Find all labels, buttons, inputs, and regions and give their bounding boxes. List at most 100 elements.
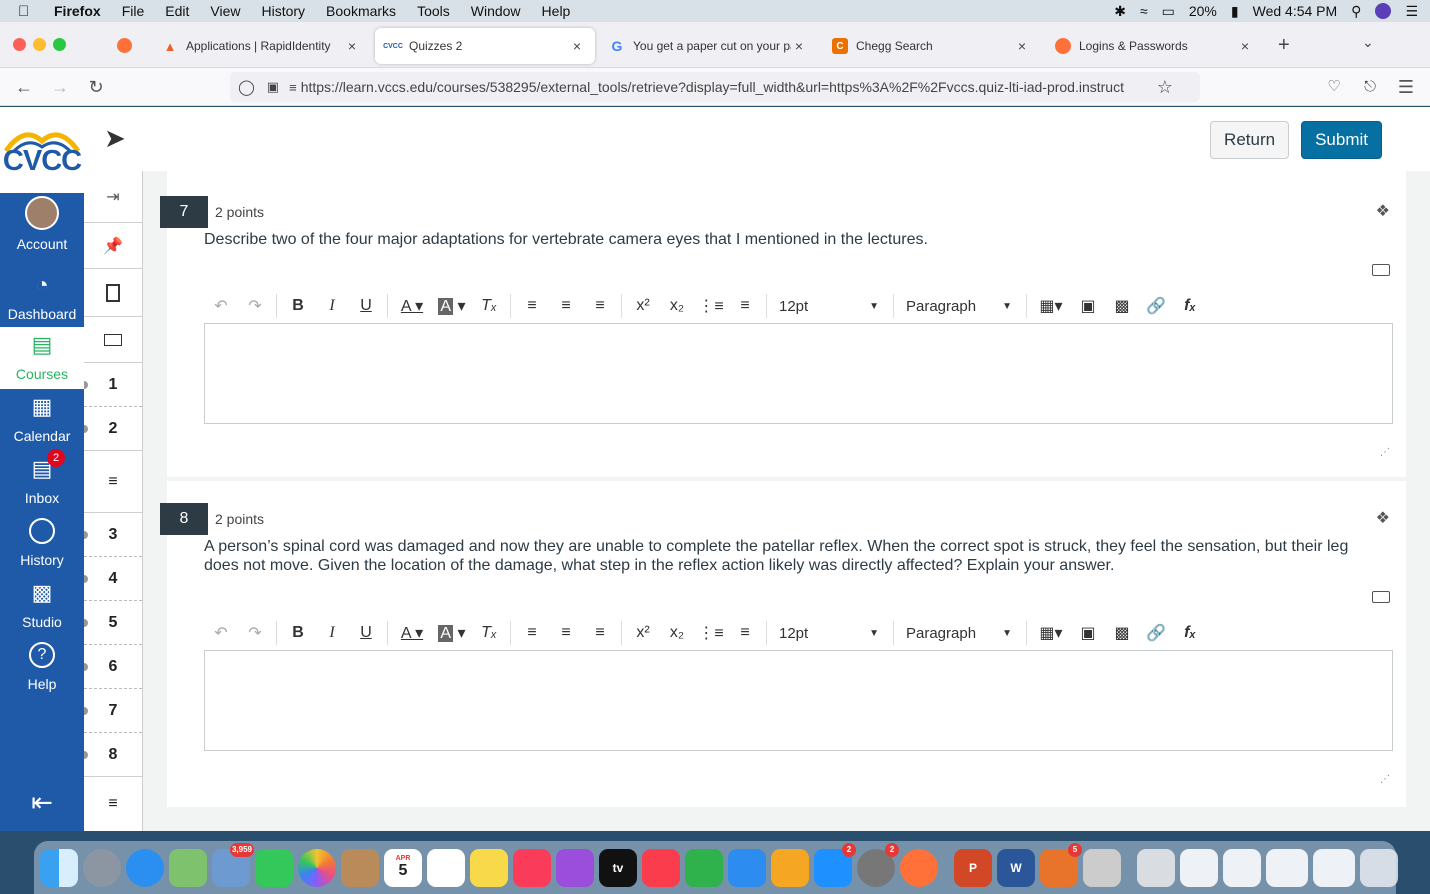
text-color-icon[interactable]: A ▾: [392, 296, 432, 316]
tab-rapididentity[interactable]: ▲ Applications | RapidIdentity ×: [152, 28, 370, 64]
close-icon[interactable]: ×: [791, 38, 807, 54]
contacts-icon[interactable]: [341, 848, 379, 887]
photos-icon[interactable]: [298, 848, 336, 887]
underline-icon[interactable]: U: [349, 624, 383, 642]
spotlight-icon[interactable]: ⚲: [1351, 3, 1361, 20]
menu-file[interactable]: File: [122, 3, 145, 19]
archive-app-icon[interactable]: [1083, 848, 1121, 887]
clock[interactable]: Wed 4:54 PM: [1253, 3, 1338, 19]
question-nav-5[interactable]: 5: [84, 601, 142, 645]
downloads-folder-icon[interactable]: [1137, 848, 1175, 887]
keyboard-icon[interactable]: [1372, 264, 1390, 276]
battery-percent[interactable]: 20%: [1189, 3, 1217, 19]
numbered-list-icon[interactable]: ≡: [728, 624, 762, 642]
italic-icon[interactable]: I: [315, 297, 349, 315]
link-icon[interactable]: 🔗: [1139, 296, 1173, 316]
launchpad-icon[interactable]: [83, 848, 121, 887]
permissions-icon[interactable]: ≡: [289, 80, 297, 95]
question-nav-4[interactable]: 4: [84, 557, 142, 601]
superscript-icon[interactable]: x²: [626, 624, 660, 642]
menu-window[interactable]: Window: [471, 3, 521, 19]
answer-editor[interactable]: [204, 650, 1393, 751]
menu-bookmarks[interactable]: Bookmarks: [326, 3, 396, 19]
align-right-icon[interactable]: ≡: [583, 297, 617, 315]
tab-chegg[interactable]: C Chegg Search ×: [822, 28, 1040, 64]
equation-icon[interactable]: fₓ: [1173, 624, 1207, 642]
wifi-icon[interactable]: ≈: [1140, 3, 1148, 19]
close-icon[interactable]: ×: [1237, 38, 1253, 54]
extensions-icon[interactable]: ⎋: [1358, 76, 1382, 98]
maps-icon[interactable]: [169, 848, 207, 887]
align-center-icon[interactable]: ≡: [549, 624, 583, 642]
question-nav-2[interactable]: 2: [84, 407, 142, 451]
undo-icon[interactable]: ↶: [204, 623, 238, 643]
resize-handle-icon[interactable]: ⋰: [1380, 447, 1390, 458]
notes-icon[interactable]: [470, 848, 508, 887]
screenshot-thumbnail-icon[interactable]: [1313, 848, 1355, 887]
podcasts-icon[interactable]: [556, 848, 594, 887]
screenshot-thumbnail-icon[interactable]: [1266, 848, 1308, 887]
submit-button[interactable]: Submit: [1301, 121, 1382, 159]
media-icon[interactable]: ▩: [1105, 623, 1139, 643]
minimize-window-button[interactable]: [33, 38, 46, 51]
stimulus-icon[interactable]: ≡: [84, 777, 142, 831]
equation-icon[interactable]: fₓ: [1173, 297, 1207, 315]
screenshot-thumbnail-icon[interactable]: [1180, 848, 1218, 887]
apple-icon[interactable]: : [18, 3, 40, 20]
finder-icon[interactable]: [40, 848, 78, 887]
close-icon[interactable]: ×: [344, 38, 360, 54]
airplay-icon[interactable]: ▭: [1162, 3, 1175, 20]
office-icon[interactable]: 5: [1040, 842, 1082, 887]
menu-history[interactable]: History: [261, 3, 305, 19]
trash-icon[interactable]: [1360, 848, 1398, 887]
font-size-select[interactable]: 12pt ▼: [771, 298, 889, 315]
keyboard-icon[interactable]: [1372, 591, 1390, 603]
superscript-icon[interactable]: x²: [626, 297, 660, 315]
firefox-view-icon[interactable]: [117, 38, 132, 53]
nav-courses[interactable]: ▤ Courses: [0, 327, 84, 389]
image-icon[interactable]: ▣: [1071, 296, 1105, 316]
music-icon[interactable]: [513, 848, 551, 887]
tracking-protection-icon[interactable]: ◯: [238, 78, 255, 96]
calendar-app-icon[interactable]: APR 5: [384, 848, 422, 887]
pin-icon[interactable]: ❖: [1376, 201, 1390, 221]
align-right-icon[interactable]: ≡: [583, 624, 617, 642]
powerpoint-icon[interactable]: P: [954, 848, 992, 887]
menu-view[interactable]: View: [210, 3, 240, 19]
expand-navigator-icon[interactable]: ⇥: [84, 171, 142, 223]
reload-icon[interactable]: ↻: [84, 76, 108, 98]
align-left-icon[interactable]: ≡: [515, 297, 549, 315]
bullet-list-icon[interactable]: ⋮≡: [694, 623, 728, 643]
pinned-icon[interactable]: 📌: [84, 223, 142, 269]
app-menu-icon[interactable]: ☰: [1394, 76, 1418, 98]
menu-help[interactable]: Help: [542, 3, 571, 19]
menu-tools[interactable]: Tools: [417, 3, 450, 19]
answer-editor[interactable]: [204, 323, 1393, 424]
return-button[interactable]: Return: [1210, 121, 1290, 159]
tab-logins[interactable]: Logins & Passwords ×: [1045, 28, 1263, 64]
screenshot-thumbnail-icon[interactable]: [1223, 848, 1261, 887]
redo-icon[interactable]: ↷: [238, 623, 272, 643]
system-preferences-icon[interactable]: 2: [857, 842, 899, 887]
menu-app-name[interactable]: Firefox: [54, 3, 101, 19]
nav-account[interactable]: Account: [0, 196, 84, 259]
word-icon[interactable]: W: [997, 848, 1035, 887]
subscript-icon[interactable]: x₂: [660, 624, 694, 642]
reminders-icon[interactable]: [427, 848, 465, 887]
bookmark-icon[interactable]: [84, 269, 142, 317]
font-size-select[interactable]: 12pt ▼: [771, 625, 889, 642]
highlight-color-icon[interactable]: A ▾: [432, 296, 472, 316]
url-bar[interactable]: ◯ ▣ ≡ https://learn.vccs.edu/courses/538…: [230, 72, 1200, 102]
news-icon[interactable]: [642, 848, 680, 887]
question-nav-6[interactable]: 6: [84, 645, 142, 689]
nav-studio[interactable]: ▩ Studio: [0, 577, 84, 639]
underline-icon[interactable]: U: [349, 297, 383, 315]
table-icon[interactable]: ▦▾: [1031, 296, 1071, 316]
redo-icon[interactable]: ↷: [238, 296, 272, 316]
safari-icon[interactable]: [126, 848, 164, 887]
siri-icon[interactable]: [1375, 3, 1392, 19]
subscript-icon[interactable]: x₂: [660, 297, 694, 315]
media-icon[interactable]: ▩: [1105, 296, 1139, 316]
firefox-dock-icon[interactable]: [900, 848, 938, 887]
tab-quizzes[interactable]: CVCC Quizzes 2 ×: [375, 28, 595, 64]
